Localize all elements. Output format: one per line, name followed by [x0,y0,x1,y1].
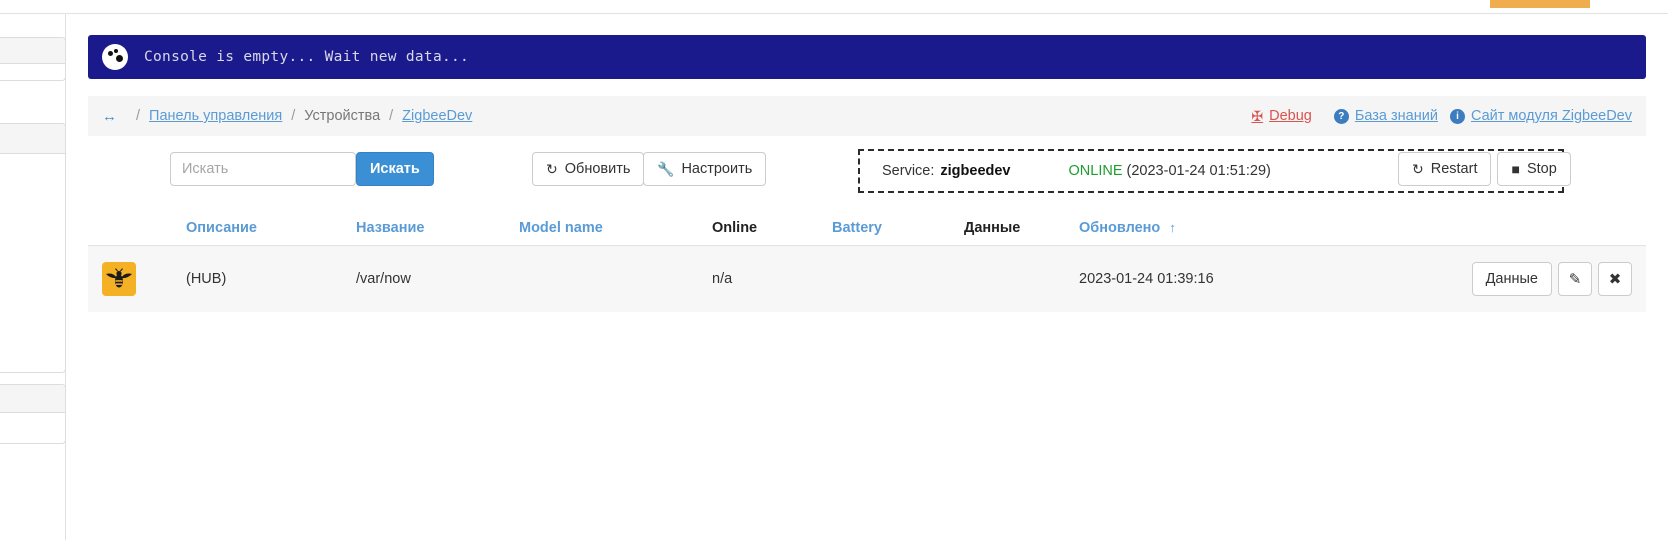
cell-description: (HUB) [186,271,227,287]
service-action-buttons: ↻ Restart ■ Stop [1398,152,1571,186]
breadcrumb: ↔ / Панель управления / Устройства / Zig… [88,96,1646,136]
left-sidebar [0,14,66,540]
debug-label: Debug [1269,108,1312,124]
search-button[interactable]: Искать [356,152,434,186]
bee-glyph [106,268,132,288]
breadcrumb-sep-3: / [389,108,394,124]
search-input[interactable] [170,152,356,186]
close-x-icon: ✖ [1608,271,1622,288]
main-content: Console is empty... Wait new data... ↔ /… [66,14,1668,540]
service-status-timestamp: (2023-01-24 01:51:29) [1126,163,1271,179]
devices-table: Описание Название Model name Online Batt… [88,210,1646,312]
knowledge-base-link[interactable]: База знаний [1355,108,1438,124]
row-edit-button[interactable]: ✎ [1558,262,1592,296]
debug-link[interactable]: ✠ Debug [1251,108,1311,125]
console-banner[interactable]: Console is empty... Wait new data... [88,35,1646,79]
info-icon: i [1449,108,1465,124]
service-stop-button[interactable]: ■ Stop [1497,152,1571,186]
knowledge-base-link-wrap[interactable]: ? База знаний [1333,108,1450,124]
table-header-row: Описание Название Model name Online Batt… [88,210,1646,246]
table-row[interactable]: (HUB) /var/now n/a 2023-01-24 01:39:16 Д… [88,246,1646,312]
sidebar-panel-1[interactable] [0,37,66,81]
sidebar-panel-3[interactable] [0,384,66,444]
module-site-link[interactable]: Сайт модуля ZigbeeDev [1471,108,1632,124]
sidebar-panel-2[interactable] [0,123,66,373]
breadcrumb-item-devices: Устройства [304,108,381,124]
console-message: Console is empty... Wait new data... [144,49,470,65]
sort-ascending-icon: ↑ [1169,219,1176,235]
device-icon-cell [88,262,178,296]
square-stop-icon: ■ [1511,161,1520,177]
configure-button[interactable]: 🔧 Настроить [643,152,767,186]
column-header-model-name[interactable]: Model name [511,220,704,236]
row-delete-button[interactable]: ✖ [1598,262,1632,296]
wrench-icon: 🔧 [657,160,675,177]
question-mark-icon: ? [1333,108,1349,124]
service-restart-button[interactable]: ↻ Restart [1398,152,1492,186]
cell-online: n/a [712,271,733,287]
service-status-text: ONLINE (2023-01-24 01:51:29) [1069,163,1271,179]
configure-label: Настроить [681,161,753,177]
column-header-name[interactable]: Название [348,220,511,236]
top-accent-bar [1490,0,1590,8]
bee-device-icon [102,262,136,296]
column-header-online: Online [712,219,758,236]
refresh-button[interactable]: ↻ Обновить [532,152,645,186]
cell-updated: 2023-01-24 01:39:16 [1079,271,1214,287]
module-site-link-wrap[interactable]: i Сайт модуля ZigbeeDev [1449,108,1632,124]
crosshair-icon: ✠ [1251,107,1264,124]
arrows-left-right-icon[interactable]: ↔ [102,108,117,125]
breadcrumb-item-zigbeedev[interactable]: ZigbeeDev [402,108,472,124]
sidebar-panel-1-header [0,38,65,64]
column-header-battery[interactable]: Battery [824,220,956,236]
column-header-description[interactable]: Описание [178,220,348,236]
breadcrumb-item-dashboard[interactable]: Панель управления [149,108,282,124]
service-status-value: ONLINE [1068,163,1123,179]
row-data-button[interactable]: Данные [1471,262,1552,296]
service-label: Service: [882,163,935,179]
stop-label: Stop [1526,161,1557,177]
restart-label: Restart [1430,161,1478,177]
sidebar-panel-3-header [0,385,65,413]
column-header-updated[interactable]: Обновлено ↑ [1071,220,1351,236]
refresh-label: Обновить [564,161,631,177]
pencil-icon: ✎ [1568,271,1582,288]
sidebar-panel-2-header [0,124,65,154]
row-action-buttons: Данные ✎ ✖ [1471,262,1646,296]
refresh-icon: ↻ [1412,160,1424,177]
toolbar: Искать ↻ Обновить 🔧 Настроить Service: z… [88,148,1646,196]
column-header-data: Данные [964,219,1021,236]
column-header-updated-label: Обновлено [1079,219,1161,236]
top-strip [0,0,1668,14]
cell-name: /var/now [356,271,411,287]
breadcrumb-sep-2: / [291,108,296,124]
refresh-icon: ↻ [546,160,558,177]
page-root: Console is empty... Wait new data... ↔ /… [0,0,1668,540]
console-dots-icon [102,44,128,70]
breadcrumb-sep-1: / [136,108,141,124]
service-name: zigbeedev [940,163,1011,179]
